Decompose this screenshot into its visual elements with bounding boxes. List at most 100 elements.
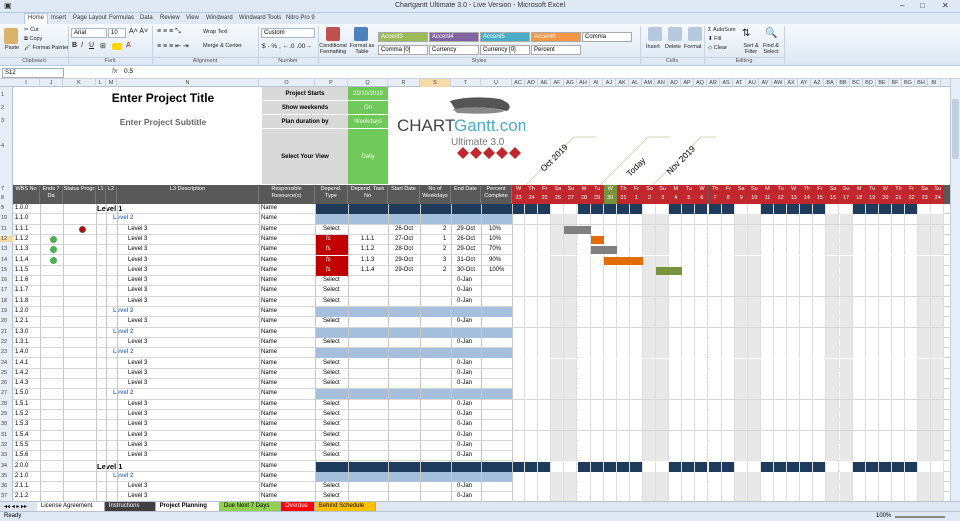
header-status[interactable]: Status Progr bbox=[63, 186, 96, 203]
col-header-BB[interactable]: BB bbox=[837, 79, 850, 87]
setting-value-3[interactable]: Daily bbox=[348, 129, 388, 185]
resource-cell[interactable]: Name bbox=[261, 329, 277, 335]
setting-value-1[interactable]: On bbox=[348, 101, 388, 115]
col-header-AX[interactable]: AX bbox=[785, 79, 798, 87]
wbs-cell[interactable]: 1.4.0 bbox=[15, 349, 28, 355]
level3-cell[interactable]: Level 3 bbox=[128, 318, 147, 324]
row-header-14[interactable]: 14 bbox=[0, 257, 13, 263]
wbs-cell[interactable]: 1.5.3 bbox=[15, 421, 28, 427]
resource-cell[interactable]: Name bbox=[261, 411, 277, 417]
dependency-task-cell[interactable]: 1.1.3 bbox=[361, 257, 374, 263]
wbs-cell[interactable]: 1.5.5 bbox=[15, 442, 28, 448]
header-wbs[interactable]: WBS No bbox=[13, 186, 40, 203]
level3-cell[interactable]: Level 3 bbox=[128, 257, 147, 263]
copy-button[interactable]: ⧉ Copy bbox=[24, 36, 42, 43]
row-header-33[interactable]: 33 bbox=[0, 452, 13, 458]
row-header-28[interactable]: 28 bbox=[0, 401, 13, 407]
dependency-type-select[interactable]: Select bbox=[323, 452, 340, 458]
dependency-task-cell[interactable]: 1.1.1 bbox=[361, 236, 374, 242]
cut-button[interactable]: ✂ Cut bbox=[24, 27, 39, 33]
ribbon-tab-view[interactable]: View bbox=[183, 14, 202, 22]
format-as-table-button[interactable]: Format as Table bbox=[348, 43, 376, 55]
setting-value-2[interactable]: Weekdays bbox=[348, 115, 388, 129]
row-header-35[interactable]: 35 bbox=[0, 473, 13, 479]
paste-icon[interactable] bbox=[4, 28, 18, 44]
level3-cell[interactable]: Level 3 bbox=[128, 298, 147, 304]
cell-style-currency-0-[interactable]: Currency [0] bbox=[480, 45, 530, 55]
resource-cell[interactable]: Name bbox=[261, 421, 277, 427]
dependency-type-select[interactable]: Select bbox=[323, 380, 340, 386]
row-header-11[interactable]: 11 bbox=[0, 226, 13, 232]
col-header-AK[interactable]: AK bbox=[616, 79, 629, 87]
header-dtype[interactable]: Depend. Type bbox=[315, 186, 348, 203]
project-title[interactable]: Enter Project Title bbox=[93, 91, 233, 105]
col-header-BF[interactable]: BF bbox=[889, 79, 902, 87]
col-header-AN[interactable]: AN bbox=[655, 79, 668, 87]
dependency-type-select[interactable]: Select bbox=[323, 421, 340, 427]
wbs-cell[interactable]: 1.1.6 bbox=[15, 277, 28, 283]
col-header-AW[interactable]: AW bbox=[772, 79, 785, 87]
dependency-type-select[interactable]: Select bbox=[323, 360, 340, 366]
scroll-thumb[interactable] bbox=[952, 99, 959, 159]
insert-cells-button[interactable]: Insert bbox=[646, 44, 660, 50]
col-header-AP[interactable]: AP bbox=[681, 79, 694, 87]
col-header-N[interactable]: N bbox=[117, 79, 259, 87]
resource-cell[interactable]: Name bbox=[261, 236, 277, 242]
col-header-AS[interactable]: AS bbox=[720, 79, 733, 87]
delete-cells-button[interactable]: Delete bbox=[665, 44, 681, 50]
resource-cell[interactable]: Name bbox=[261, 215, 277, 221]
level3-cell[interactable]: Level 3 bbox=[128, 380, 147, 386]
row-header-21[interactable]: 21 bbox=[0, 329, 13, 335]
clear-button[interactable]: ◇ Clear bbox=[708, 45, 727, 51]
level3-cell[interactable]: Level 3 bbox=[128, 277, 147, 283]
row-header-16[interactable]: 16 bbox=[0, 277, 13, 283]
weekdays-cell[interactable]: 1 bbox=[443, 236, 446, 242]
col-header-AF[interactable]: AF bbox=[551, 79, 564, 87]
resource-cell[interactable]: Name bbox=[261, 298, 277, 304]
resource-cell[interactable]: Name bbox=[261, 308, 277, 314]
align-top-icon[interactable]: ≡ ≡ ≡ ⤡ bbox=[157, 28, 181, 36]
row-header-3[interactable]: 3 bbox=[0, 118, 13, 124]
row-header-9[interactable]: 9 bbox=[0, 205, 13, 211]
resource-cell[interactable]: Name bbox=[261, 257, 277, 263]
resource-cell[interactable]: Name bbox=[261, 246, 277, 252]
wbs-cell[interactable]: 1.1.0 bbox=[15, 215, 28, 221]
col-header-BI[interactable]: BI bbox=[928, 79, 941, 87]
level3-cell[interactable]: Level 3 bbox=[128, 360, 147, 366]
wbs-cell[interactable]: 1.0.0 bbox=[15, 205, 28, 211]
resource-cell[interactable]: Name bbox=[261, 267, 277, 273]
resource-cell[interactable]: Name bbox=[261, 360, 277, 366]
wbs-cell[interactable]: 1.3.0 bbox=[15, 329, 28, 335]
resource-cell[interactable]: Name bbox=[261, 339, 277, 345]
level3-cell[interactable]: Level 3 bbox=[128, 452, 147, 458]
autosum-button[interactable]: Σ AutoSum bbox=[708, 27, 736, 33]
dependency-type-select[interactable]: fs bbox=[326, 267, 331, 273]
resource-cell[interactable]: Name bbox=[261, 287, 277, 293]
dependency-type-select[interactable]: Select bbox=[323, 339, 340, 345]
find-select-icon[interactable]: 🔍 bbox=[765, 28, 777, 39]
header-end[interactable]: End Date bbox=[451, 186, 481, 203]
row-header-20[interactable]: 20 bbox=[0, 318, 13, 324]
fill-button[interactable]: ⬇ Fill bbox=[708, 36, 721, 42]
resource-cell[interactable]: Name bbox=[261, 401, 277, 407]
ribbon-tab-nitro-pro-9[interactable]: Nitro Pro 9 bbox=[283, 14, 318, 22]
dependency-type-select[interactable]: Select bbox=[323, 493, 340, 499]
dependency-type-select[interactable]: Select bbox=[323, 287, 340, 293]
start-date-cell[interactable]: 26-Oct bbox=[395, 226, 413, 232]
header-l3[interactable]: L3 Description bbox=[117, 186, 259, 203]
align-left-icon[interactable]: ≡ ≡ ≡ ⇤ ⇥ bbox=[157, 42, 189, 50]
col-header-AH[interactable]: AH bbox=[577, 79, 590, 87]
wbs-cell[interactable]: 1.5.2 bbox=[15, 411, 28, 417]
resource-cell[interactable]: Name bbox=[261, 442, 277, 448]
col-header-AC[interactable]: AC bbox=[512, 79, 525, 87]
col-header-Q[interactable]: Q bbox=[348, 79, 388, 87]
font-color-button[interactable]: A bbox=[126, 42, 131, 49]
weekdays-cell[interactable]: 2 bbox=[443, 226, 446, 232]
excel-app-icon[interactable]: ▣ bbox=[4, 1, 12, 10]
dependency-type-select[interactable]: Select bbox=[323, 370, 340, 376]
number-format-select[interactable]: Custom bbox=[261, 28, 315, 38]
resource-cell[interactable]: Name bbox=[261, 452, 277, 458]
conditional-formatting-icon[interactable] bbox=[326, 27, 340, 41]
header-ends[interactable]: Ends 7 Da bbox=[40, 186, 63, 203]
col-header-U[interactable]: U bbox=[481, 79, 512, 87]
